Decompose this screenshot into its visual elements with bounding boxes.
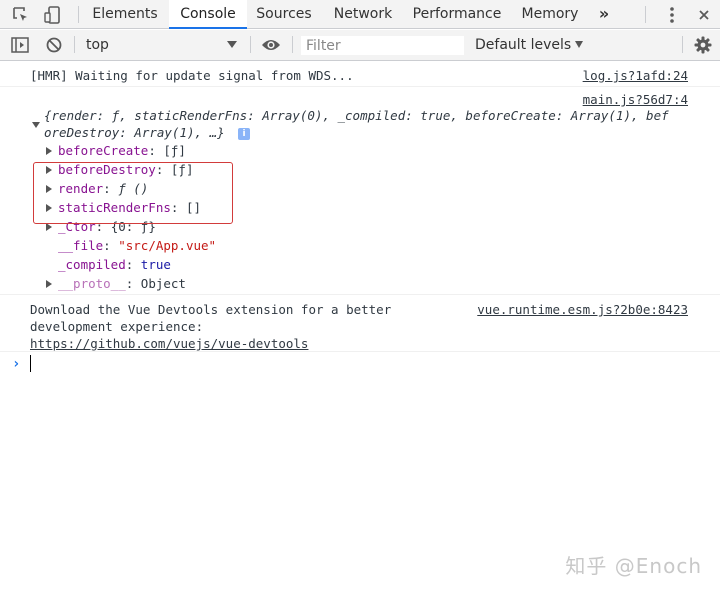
console-prompt-icon: › <box>12 356 21 372</box>
tab-elements[interactable]: Elements <box>85 0 165 29</box>
object-summary-line1[interactable]: {render: ƒ, staticRenderFns: Array(0), _… <box>44 108 669 123</box>
console-toolbar: top Default levels <box>0 30 720 61</box>
property-row[interactable]: beforeCreate: [ƒ] <box>58 143 186 158</box>
message-text: [HMR] Waiting for update signal from WDS… <box>30 68 354 83</box>
console-input-caret[interactable] <box>30 355 31 372</box>
source-link[interactable]: log.js?1afd:24 <box>583 68 688 83</box>
toolbar-divider <box>682 36 683 53</box>
message-text: development experience: <box>30 319 204 334</box>
eye-icon[interactable] <box>258 30 284 60</box>
console-output[interactable]: [HMR] Waiting for update signal from WDS… <box>0 62 720 595</box>
property-row[interactable]: __file: "src/App.vue" <box>58 238 216 253</box>
tab-sources[interactable]: Sources <box>251 0 317 29</box>
source-link[interactable]: main.js?56d7:4 <box>583 92 688 107</box>
console-message-devtools: Download the Vue Devtools extension for … <box>0 296 720 352</box>
toolbar-divider <box>78 6 79 23</box>
tab-console[interactable]: Console <box>169 0 247 29</box>
more-vert-icon[interactable] <box>660 0 684 29</box>
toolbar-divider <box>292 36 293 53</box>
context-selector[interactable]: top <box>80 30 245 60</box>
toolbar-divider <box>645 6 646 23</box>
highlight-annotation-box <box>33 162 233 224</box>
devtools-tab-bar: Elements Console Sources Network Perform… <box>0 0 720 29</box>
message-text: Download the Vue Devtools extension for … <box>30 302 392 317</box>
expand-triangle-icon[interactable] <box>46 147 52 155</box>
console-message-hmr: [HMR] Waiting for update signal from WDS… <box>0 62 720 87</box>
object-summary-line2[interactable]: oreDestroy: Array(1), …} <box>44 125 225 140</box>
toolbar-divider <box>74 36 75 53</box>
sidebar-toggle-icon[interactable] <box>8 30 32 60</box>
log-levels-dropdown[interactable]: Default levels <box>475 30 584 60</box>
inspect-icon[interactable] <box>8 0 34 29</box>
expand-triangle-icon[interactable] <box>46 223 52 231</box>
settings-gear-icon[interactable] <box>690 30 716 60</box>
clear-console-icon[interactable] <box>42 30 66 60</box>
context-selector-value: top <box>86 37 109 53</box>
expand-triangle-icon[interactable] <box>46 280 52 288</box>
devtools-link[interactable]: https://github.com/vuejs/vue-devtools <box>30 336 308 351</box>
device-toggle-icon[interactable] <box>40 0 66 29</box>
info-icon[interactable]: i <box>238 128 250 140</box>
toolbar-divider <box>250 36 251 53</box>
console-message-object: main.js?56d7:4 {render: ƒ, staticRenderF… <box>0 88 720 295</box>
watermark: 知乎 @Enoch <box>565 554 702 578</box>
property-row[interactable]: __proto__: Object <box>58 276 186 291</box>
more-tabs-button[interactable]: » <box>592 0 616 29</box>
log-levels-label: Default levels <box>475 37 572 53</box>
filter-input[interactable] <box>300 35 465 56</box>
close-devtools-icon[interactable] <box>692 0 716 29</box>
property-row[interactable]: _compiled: true <box>58 257 171 272</box>
dropdown-arrow-icon <box>227 41 237 48</box>
tab-network[interactable]: Network <box>327 0 399 29</box>
tab-performance[interactable]: Performance <box>410 0 504 29</box>
dropdown-arrow-icon <box>575 41 584 48</box>
tab-memory[interactable]: Memory <box>515 0 585 29</box>
source-link[interactable]: vue.runtime.esm.js?2b0e:8423 <box>477 302 688 317</box>
expand-triangle-icon[interactable] <box>32 122 40 128</box>
